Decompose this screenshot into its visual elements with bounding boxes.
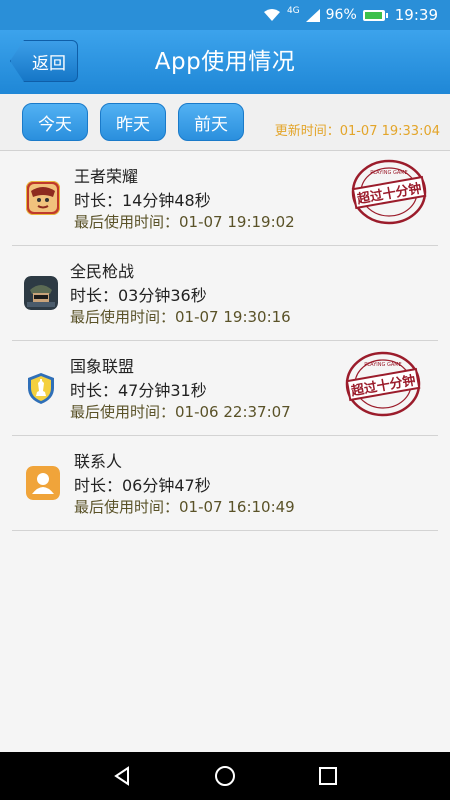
app-duration: 时长：06分钟47秒	[74, 476, 211, 495]
game-hero-icon	[26, 181, 60, 215]
today-button[interactable]: 今天	[22, 103, 88, 141]
chess-shield-icon	[24, 371, 58, 405]
battery-percent: 96%	[325, 7, 357, 23]
app-duration: 时长：03分钟36秒	[70, 286, 207, 305]
day-before-yesterday-button[interactable]: 前天	[178, 103, 244, 141]
contacts-icon	[26, 466, 60, 500]
network-type: 4G	[286, 6, 300, 16]
status-time: 19:39	[394, 6, 438, 24]
app-header: App使用情况 返回	[0, 30, 450, 94]
over-limit-stamp: 超过十分钟 PLAYING GAME	[350, 159, 428, 225]
over-limit-stamp: 超过十分钟 PLAYING GAME	[344, 351, 422, 417]
app-last-used: 最后使用时间：01-06 22:37:07	[70, 403, 291, 421]
app-duration: 时长：47分钟31秒	[70, 381, 207, 400]
list-item[interactable]: 全民枪战 时长：03分钟36秒 最后使用时间：01-07 19:30:16	[12, 246, 438, 341]
app-last-used: 最后使用时间：01-07 19:19:02	[74, 213, 295, 231]
list-item[interactable]: 王者荣耀 时长：14分钟48秒 最后使用时间：01-07 19:19:02 超过…	[12, 151, 438, 246]
recents-nav-icon[interactable]	[316, 764, 340, 788]
day-selector-bar: 今天 昨天 前天 更新时间：01-07 19:33:04	[0, 94, 450, 151]
app-duration: 时长：14分钟48秒	[74, 191, 211, 210]
back-nav-icon[interactable]	[110, 764, 134, 788]
back-button[interactable]: 返回	[10, 40, 78, 82]
stamp-ring-text: PLAYING GAME	[370, 170, 407, 176]
list-item[interactable]: 联系人 时长：06分钟47秒 最后使用时间：01-07 16:10:49	[12, 436, 438, 531]
app-name: 全民枪战	[70, 262, 135, 281]
app-last-used: 最后使用时间：01-07 16:10:49	[74, 498, 295, 516]
stamp-ring-text: PLAYING GAME	[364, 362, 401, 368]
app-name: 联系人	[74, 452, 123, 471]
app-name: 国象联盟	[70, 357, 135, 376]
app-last-used: 最后使用时间：01-07 19:30:16	[70, 308, 291, 326]
yesterday-button[interactable]: 昨天	[100, 103, 166, 141]
signal-icon	[305, 8, 320, 22]
game-soldier-icon	[24, 276, 58, 310]
app-usage-list: 王者荣耀 时长：14分钟48秒 最后使用时间：01-07 19:19:02 超过…	[0, 151, 450, 531]
navigation-bar	[0, 752, 450, 800]
wifi-icon	[263, 8, 281, 22]
update-time: 更新时间：01-07 19:33:04	[274, 124, 440, 139]
status-bar: 4G 96% 19:39	[0, 0, 450, 30]
list-item[interactable]: 国象联盟 时长：47分钟31秒 最后使用时间：01-06 22:37:07 超过…	[12, 341, 438, 436]
app-name: 王者荣耀	[74, 167, 139, 186]
home-nav-icon[interactable]	[213, 764, 237, 788]
battery-icon	[362, 9, 388, 21]
